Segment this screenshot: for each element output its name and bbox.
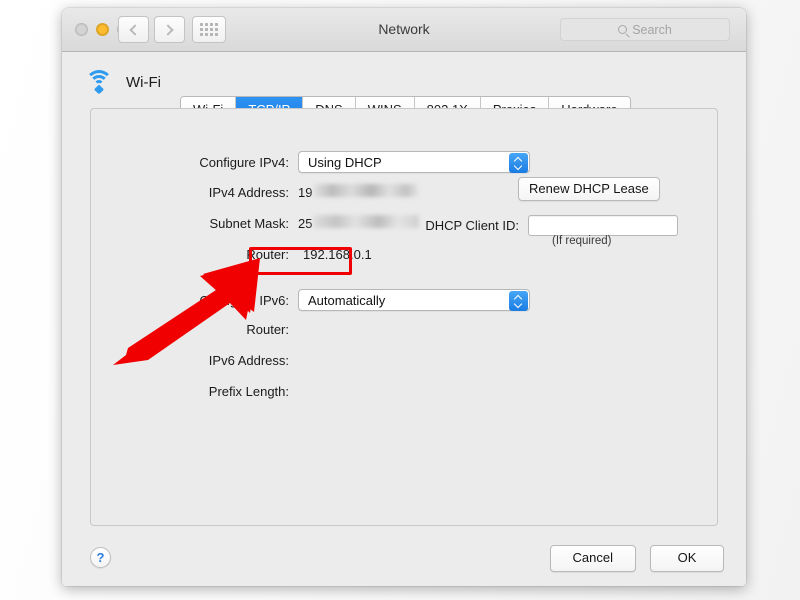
configure-ipv4-value: Using DHCP <box>308 154 382 170</box>
help-button[interactable]: ? <box>90 547 111 568</box>
annotation-arrow <box>113 258 260 365</box>
search-field[interactable]: Search <box>560 18 730 41</box>
dhcp-client-id-label: DHCP Client ID: <box>425 218 519 233</box>
dhcp-client-id-row: DHCP Client ID: <box>409 215 678 236</box>
chevron-updown-icon-ipv6[interactable] <box>509 291 528 311</box>
ipv4-address-value: 19 <box>298 185 313 200</box>
ipv4-address-label: IPv4 Address: <box>208 185 289 200</box>
prefix-length-row: Prefix Length: <box>91 384 717 399</box>
renew-dhcp-lease-button[interactable]: Renew DHCP Lease <box>518 177 660 201</box>
chevron-updown-icon[interactable] <box>509 153 528 173</box>
configure-ipv6-select[interactable]: Automatically <box>298 289 530 311</box>
service-name: Wi-Fi <box>126 73 161 91</box>
search-placeholder: Search <box>632 22 672 37</box>
dhcp-client-id-hint: (If required) <box>552 235 612 247</box>
subnet-mask-redaction <box>313 215 419 228</box>
search-icon <box>618 25 628 34</box>
configure-ipv4-row: Configure IPv4: Using DHCP <box>91 151 717 173</box>
configure-ipv4-select[interactable]: Using DHCP <box>298 151 530 173</box>
window-titlebar: Network Search <box>62 8 746 52</box>
router-value: 192.168.0.1 <box>303 247 372 262</box>
prefix-length-label: Prefix Length: <box>208 384 289 399</box>
configure-ipv4-label: Configure IPv4: <box>199 154 289 170</box>
dialog-buttons: Cancel OK <box>549 545 724 572</box>
screenshot-root: Network Search Wi-Fi Wi-Fi TCP/IP DNS WI… <box>0 0 800 600</box>
subnet-mask-label: Subnet Mask: <box>209 216 290 231</box>
subnet-mask-value: 25 <box>298 216 313 231</box>
cancel-button[interactable]: Cancel <box>549 545 636 572</box>
renew-dhcp-lease-button-wrap: Renew DHCP Lease <box>518 177 660 201</box>
ipv4-address-redaction <box>313 184 419 197</box>
wifi-icon <box>84 70 114 95</box>
dhcp-client-id-input[interactable] <box>528 215 678 236</box>
configure-ipv6-value: Automatically <box>308 292 386 308</box>
ok-button[interactable]: OK <box>650 545 724 572</box>
service-header: Wi-Fi <box>84 70 161 95</box>
